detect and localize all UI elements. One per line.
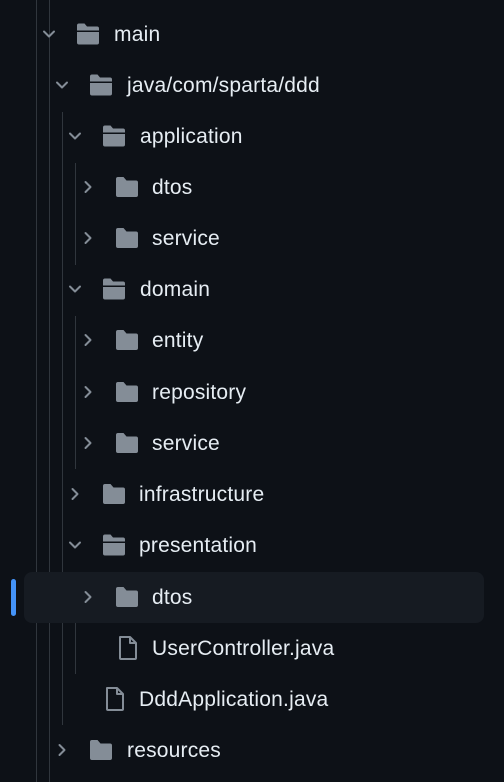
tree-item-label: resources: [127, 739, 222, 762]
tree-item-application-dtos[interactable]: dtos: [0, 162, 504, 213]
chevron-down-icon[interactable]: [65, 126, 85, 146]
tree-item-repository[interactable]: repository: [0, 367, 504, 418]
tree-item-label: main: [114, 23, 161, 46]
tree-item-presentation[interactable]: presentation: [0, 520, 504, 571]
chevron-down-icon[interactable]: [65, 279, 85, 299]
chevron-right-icon[interactable]: [78, 382, 98, 402]
file-icon: [119, 636, 137, 660]
tree-item-label: infrastructure: [139, 483, 265, 506]
file-icon: [106, 687, 124, 711]
tree-item-label: service: [152, 432, 220, 455]
tree-item-resources[interactable]: resources: [0, 725, 504, 776]
tree-item-label: DddApplication.java: [139, 688, 329, 711]
folder-icon: [116, 382, 138, 402]
tree-item-user-controller[interactable]: UserController.java: [0, 623, 504, 674]
folder-icon: [116, 228, 138, 248]
file-tree: main java/com/sparta/ddd application dto…: [0, 0, 504, 782]
folder-icon: [116, 330, 138, 350]
chevron-right-icon[interactable]: [78, 330, 98, 350]
tree-item-presentation-dtos[interactable]: dtos: [0, 572, 504, 623]
chevron-down-icon[interactable]: [39, 24, 59, 44]
folder-icon: [116, 587, 138, 607]
chevron-right-icon[interactable]: [52, 740, 72, 760]
chevron-right-icon[interactable]: [65, 484, 85, 504]
folder-open-icon: [77, 23, 99, 45]
folder-icon: [116, 433, 138, 453]
tree-item-main[interactable]: main: [0, 9, 504, 60]
chevron-down-icon[interactable]: [65, 535, 85, 555]
tree-item-label: dtos: [152, 176, 193, 199]
folder-open-icon: [103, 278, 125, 300]
tree-item-label: domain: [140, 278, 211, 301]
tree-item-ddd-application[interactable]: DddApplication.java: [0, 674, 504, 725]
tree-item-domain-service[interactable]: service: [0, 418, 504, 469]
folder-open-icon: [103, 125, 125, 147]
folder-icon: [103, 484, 125, 504]
chevron-right-icon[interactable]: [78, 433, 98, 453]
chevron-right-icon[interactable]: [78, 177, 98, 197]
tree-item-application-service[interactable]: service: [0, 213, 504, 264]
chevron-right-icon[interactable]: [78, 228, 98, 248]
folder-open-icon: [90, 74, 112, 96]
tree-item-label: presentation: [139, 534, 257, 557]
selection-marker: [11, 579, 16, 616]
folder-open-icon: [103, 534, 125, 556]
folder-icon: [90, 740, 112, 760]
chevron-down-icon[interactable]: [52, 75, 72, 95]
tree-item-label: UserController.java: [152, 637, 335, 660]
tree-item-label: dtos: [152, 586, 193, 609]
tree-item-label: repository: [152, 381, 247, 404]
tree-item-domain[interactable]: domain: [0, 264, 504, 315]
tree-item-application[interactable]: application: [0, 111, 504, 162]
tree-item-label: application: [140, 125, 243, 148]
tree-item-label: java/com/sparta/ddd: [127, 74, 320, 97]
tree-item-label: entity: [152, 329, 204, 352]
chevron-right-icon[interactable]: [78, 587, 98, 607]
folder-icon: [116, 177, 138, 197]
tree-item-entity[interactable]: entity: [0, 315, 504, 366]
tree-item-infrastructure[interactable]: infrastructure: [0, 469, 504, 520]
tree-item-label: service: [152, 227, 220, 250]
tree-item-java-package[interactable]: java/com/sparta/ddd: [0, 60, 504, 111]
